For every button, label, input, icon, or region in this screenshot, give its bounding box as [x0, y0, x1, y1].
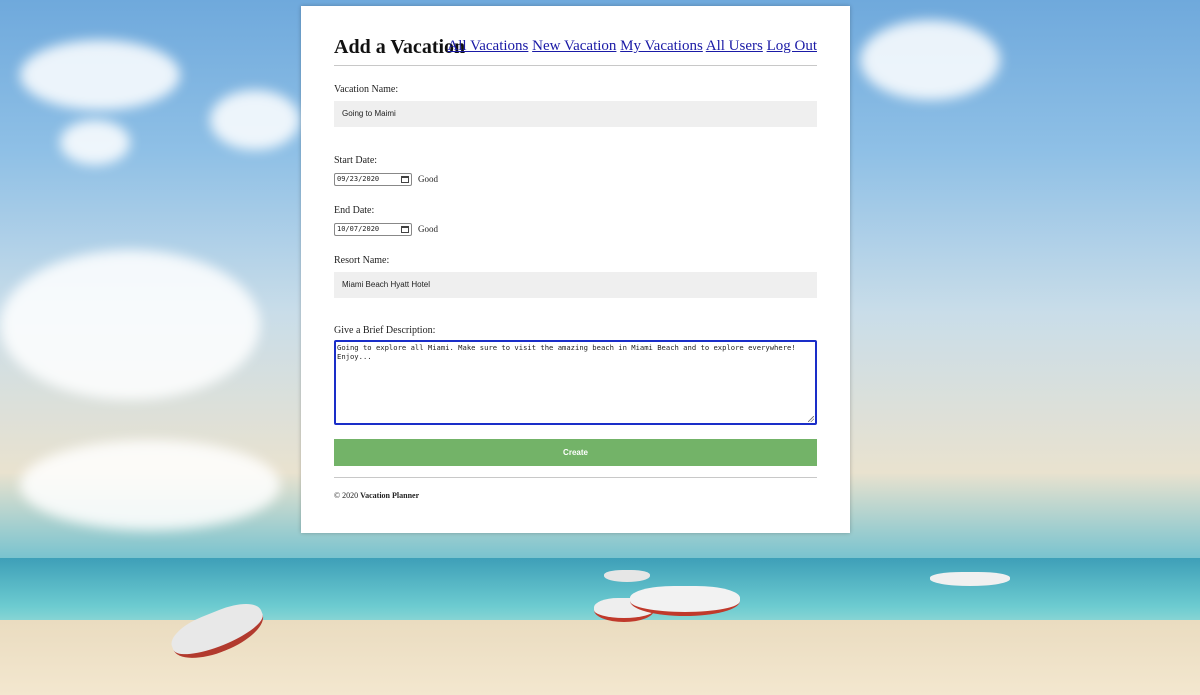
add-vacation-card: Add a Vacation All Vacations New Vacatio… — [301, 6, 850, 533]
description-textarea[interactable]: Going to explore all Miami. Make sure to… — [334, 340, 817, 425]
create-button[interactable]: Create — [334, 439, 817, 466]
start-date-input[interactable]: 09/23/2020 — [334, 173, 412, 186]
nav-link-new-vacation[interactable]: New Vacation — [532, 38, 616, 54]
nav-link-log-out[interactable]: Log Out — [767, 38, 817, 54]
page-header: Add a Vacation All Vacations New Vacatio… — [334, 34, 817, 66]
resort-name-input[interactable]: Miami Beach Hyatt Hotel — [334, 272, 817, 298]
vacation-name-input[interactable]: Going to Maimi — [334, 101, 817, 127]
end-date-value: 10/07/2020 — [337, 225, 380, 233]
start-date-status: Good — [418, 174, 438, 184]
footer-brand: Vacation Planner — [360, 491, 420, 500]
description-text: Going to explore all Miami. Make sure to… — [337, 343, 796, 361]
nav-link-all-vacations[interactable]: All Vacations — [447, 38, 528, 54]
nav-link-all-users[interactable]: All Users — [706, 38, 763, 54]
end-date-label: End Date: — [334, 205, 375, 216]
vacation-name-label: Vacation Name: — [334, 84, 399, 95]
page-title: Add a Vacation — [334, 36, 466, 58]
start-date-value: 09/23/2020 — [337, 175, 380, 183]
calendar-icon[interactable] — [401, 176, 409, 183]
description-label: Give a Brief Description: — [334, 325, 436, 336]
end-date-status: Good — [418, 224, 438, 234]
nav-link-my-vacations[interactable]: My Vacations — [620, 38, 703, 54]
resize-grip-icon[interactable] — [808, 416, 814, 422]
calendar-icon[interactable] — [401, 226, 409, 233]
top-nav: All Vacations New Vacation My Vacations … — [447, 38, 817, 55]
footer-divider — [334, 477, 817, 478]
start-date-label: Start Date: — [334, 155, 378, 166]
end-date-input[interactable]: 10/07/2020 — [334, 223, 412, 236]
footer-copyright: © 2020 — [334, 491, 359, 500]
footer: © 2020 Vacation Planner — [334, 491, 419, 500]
resort-name-label: Resort Name: — [334, 255, 390, 266]
